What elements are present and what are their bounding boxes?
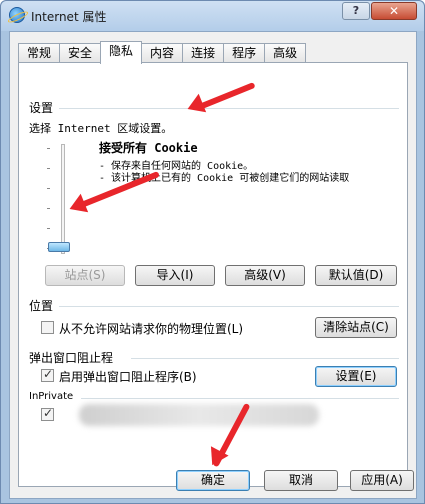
location-checkbox[interactable]: [41, 321, 54, 334]
location-checkbox-label: 从不允许网站请求你的物理位置(L): [59, 322, 244, 336]
location-group-title: 位置: [29, 299, 54, 313]
slider-tick: [47, 148, 50, 149]
privacy-level-title: 接受所有 Cookie: [99, 141, 198, 155]
zone-label: 选择 Internet 区域设置。: [29, 122, 173, 135]
tab-security[interactable]: 安全: [59, 43, 102, 63]
title-bar[interactable]: Internet 属性 ? ✕: [1, 1, 424, 31]
apply-button[interactable]: 应用(A): [350, 470, 414, 491]
help-button[interactable]: ?: [342, 2, 370, 20]
inprivate-divider: [81, 398, 399, 399]
tab-connections[interactable]: 连接: [182, 43, 225, 63]
privacy-panel: 设置 选择 Internet 区域设置。 接受所有 Cookie - 保存来自任…: [18, 62, 408, 487]
slider-track: [61, 144, 65, 254]
settings-divider: [59, 108, 399, 109]
popup-settings-button[interactable]: 设置(E): [315, 366, 397, 387]
default-button[interactable]: 默认值(D): [315, 265, 397, 286]
ok-button[interactable]: 确定: [176, 470, 250, 491]
popup-blocker-checkbox-label: 启用弹出窗口阻止程序(B): [59, 370, 197, 384]
inprivate-checkbox[interactable]: [41, 406, 54, 421]
popup-group-title: 弹出窗口阻止程: [29, 351, 114, 365]
tab-strip: 常规 安全 隐私 内容 连接 程序 高级: [18, 41, 307, 64]
slider-tick: [47, 168, 50, 169]
popup-blocker-checkbox[interactable]: [41, 367, 54, 382]
tab-programs[interactable]: 程序: [223, 43, 266, 63]
slider-tick: [47, 188, 50, 189]
window-title: Internet 属性: [31, 10, 107, 24]
tab-content[interactable]: 内容: [141, 43, 184, 63]
settings-group-title: 设置: [29, 101, 54, 115]
slider-thumb[interactable]: [48, 242, 70, 252]
clear-sites-button[interactable]: 清除站点(C): [315, 317, 397, 338]
internet-options-window: Internet 属性 ? ✕ 常规 安全 隐私 内容 连接 程序 高级 设置 …: [0, 0, 425, 504]
sites-button[interactable]: 站点(S): [45, 265, 125, 286]
internet-explorer-icon: [9, 7, 25, 23]
level-desc-line: - 保存来自任何网站的 Cookie。: [99, 161, 254, 172]
blurred-inprivate-label: [79, 404, 319, 426]
import-button[interactable]: 导入(I): [135, 265, 215, 286]
close-button[interactable]: ✕: [371, 2, 417, 20]
popup-divider: [131, 358, 399, 359]
cancel-button[interactable]: 取消: [264, 470, 338, 491]
location-divider: [59, 306, 399, 307]
advanced-button[interactable]: 高级(V): [225, 265, 305, 286]
inprivate-group-title: InPrivate: [29, 391, 74, 402]
tab-privacy[interactable]: 隐私: [100, 41, 143, 64]
slider-tick: [47, 228, 50, 229]
tab-general[interactable]: 常规: [18, 43, 61, 63]
slider-tick: [47, 208, 50, 209]
tab-advanced[interactable]: 高级: [264, 43, 307, 63]
